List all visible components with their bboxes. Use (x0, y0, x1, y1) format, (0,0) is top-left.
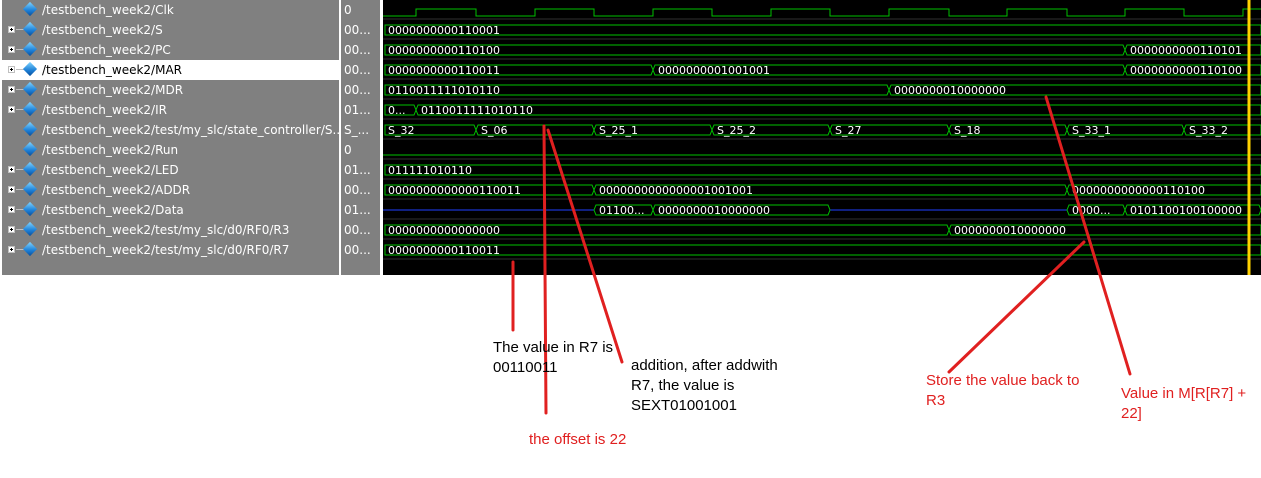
arrow-memory-value (1044, 95, 1132, 376)
arrow-addition (546, 128, 624, 364)
annotation-addition: addition, after addwith R7, the value is… (631, 357, 778, 414)
annotation-offset: the offset is 22 (529, 431, 627, 448)
annotation-memory-value: Value in M[R[R7] + 22] (1121, 385, 1247, 422)
annotation-r7-value: The value in R7 is 00110011 (493, 339, 614, 376)
annotation-store-r3: Store the value back to R3 (926, 372, 1080, 409)
arrow-store-r3 (947, 240, 1086, 374)
